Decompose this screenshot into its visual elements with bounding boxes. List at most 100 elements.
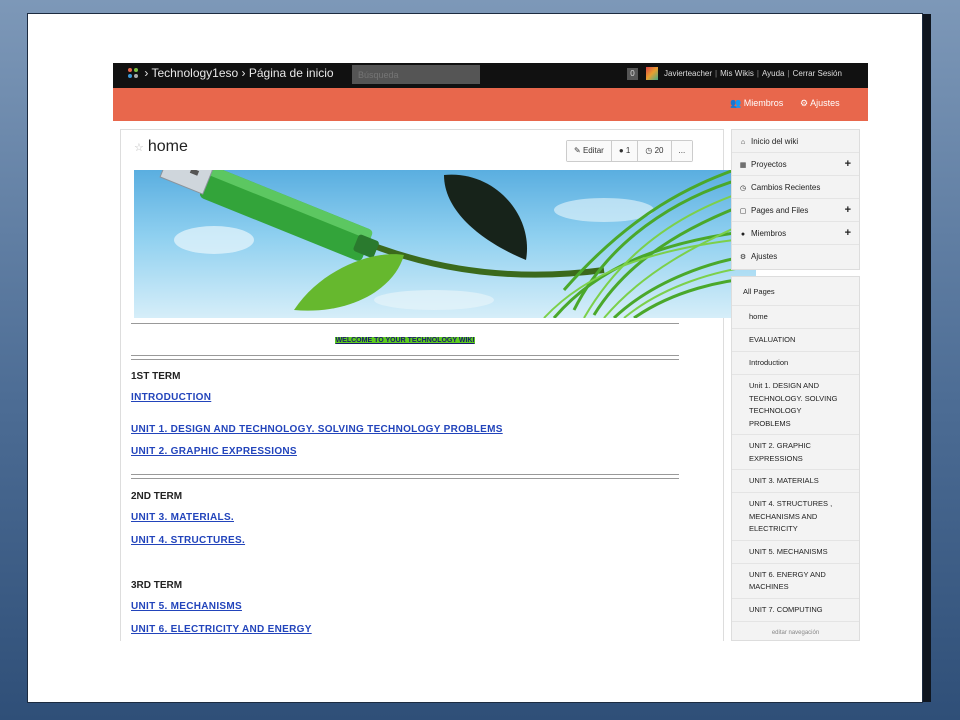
clock-icon: ◷ (739, 185, 747, 192)
nav-item-label: Ajustes (751, 252, 778, 261)
divider (131, 323, 679, 324)
unit-link[interactable]: UNIT 5. MECHANISMS (131, 601, 242, 612)
page-link-item[interactable]: EVALUATION (732, 329, 859, 352)
logout-link[interactable]: Cerrar Sesión (793, 69, 842, 78)
history-button[interactable]: ◷ 20 (638, 141, 672, 161)
nav-item-pages-files[interactable]: ▢ Pages and Files + (732, 199, 859, 222)
breadcrumb-text[interactable]: › Technology1eso › Página de inicio (144, 66, 333, 80)
nav-item-recent-changes[interactable]: ◷ Cambios Recientes (732, 176, 859, 199)
page-link-item[interactable]: UNIT 7. COMPUTING (732, 599, 859, 622)
page-link-item[interactable]: UNIT 3. MATERIALS (732, 470, 859, 493)
page-link-item[interactable]: UNIT 5. MECHANISMS (732, 541, 859, 564)
page-title-text: home (147, 138, 188, 155)
unit-link[interactable]: UNIT 1. DESIGN AND TECHNOLOGY. SOLVING T… (131, 424, 503, 435)
term-heading: 1ST TERM (131, 371, 181, 382)
all-pages-label: All Pages (743, 287, 775, 296)
page-link-label: UNIT 2. GRAPHIC (749, 441, 811, 450)
top-bar: › Technology1eso › Página de inicio 0 Ja… (113, 63, 868, 88)
sitemap-icon: ▦ (739, 162, 747, 169)
nav-item-settings[interactable]: ⚙ Ajustes (732, 245, 859, 268)
gear-icon: ⚙ (739, 254, 747, 261)
page-actions: ✎ Editar ● 1 ◷ 20 ... (566, 140, 694, 162)
page-link-item[interactable]: Unit 1. DESIGN AND TECHNOLOGY. SOLVING TEC… (732, 375, 859, 435)
page-link-label: EVALUATION (749, 335, 796, 345)
nav-item-label: Pages and Files (751, 206, 809, 215)
settings-button[interactable]: ⚙ Ajustes (800, 98, 840, 109)
nav-item-home[interactable]: ⌂ Inicio del wiki (732, 130, 859, 153)
comments-count: 1 (625, 146, 631, 155)
wiki-header-bar: 👥 Miembros ⚙ Ajustes (113, 88, 868, 121)
search-input[interactable] (352, 65, 480, 84)
page-title: ☆ home (134, 138, 188, 156)
page-link-label: UNIT 7. COMPUTING (749, 604, 823, 614)
user-links: Javierteacher | Mis Wikis | Ayuda | Cerrar Ses… (664, 69, 842, 78)
page-link-label: home (749, 312, 768, 322)
page-link-label: UNIT 4. STRUCTURES , (749, 499, 833, 508)
page-link-item[interactable]: UNIT 2. GRAPHIC EXPRESSIONS (732, 435, 859, 470)
divider (131, 355, 679, 360)
unit-link[interactable]: INTRODUCTION (131, 392, 211, 403)
term-heading: 2ND TERM (131, 491, 183, 502)
pages-list: All Pages home EVALUATION Introduction Unit… (731, 276, 860, 641)
page-link-label: PROBLEMS (749, 418, 791, 428)
comments-button[interactable]: ● 1 (611, 141, 639, 161)
page-link-label: MECHANISMS AND (749, 511, 818, 521)
term-heading: 3RD TERM (131, 580, 183, 591)
nav-item-label: Inicio del wiki (751, 137, 799, 146)
home-icon: ⌂ (740, 139, 746, 146)
members-button-label: Miembros (743, 98, 784, 108)
unit-link[interactable]: UNIT 2. GRAPHIC EXPRESSIONS (131, 446, 297, 457)
divider (131, 474, 679, 479)
welcome-banner: WELCOME TO YOUR TECHNOLOGY WIKI (121, 329, 689, 347)
page-link-label: Introduction (749, 358, 789, 368)
clock-icon: ◷ (645, 146, 653, 155)
page-link-label: UNIT 6. ENERGY AND (749, 569, 826, 579)
unit-link[interactable]: UNIT 3. MATERIALS. (131, 512, 234, 523)
more-button[interactable]: ... (671, 141, 693, 161)
edit-navigation-link[interactable]: editar navegación (732, 630, 859, 636)
settings-button-label: Ajustes (810, 98, 840, 108)
my-wikis-link[interactable]: Mis Wikis (720, 69, 754, 78)
page-link-item[interactable]: Introduction (732, 352, 859, 375)
banner-image (134, 170, 756, 318)
plus-icon[interactable]: + (845, 153, 851, 176)
page-link-label: EXPRESSIONS (749, 453, 803, 463)
notification-badge[interactable]: 0 (627, 68, 638, 80)
avatar[interactable] (646, 67, 658, 80)
plus-icon[interactable]: + (845, 199, 851, 222)
all-pages-header[interactable]: All Pages (732, 277, 859, 306)
wiki-navigation: ⌂ Inicio del wiki ▦ Proyectos + ◷ Cambios Re… (731, 129, 860, 270)
welcome-link[interactable]: WELCOME TO YOUR TECHNOLOGY WIKI (334, 337, 476, 344)
page-link-label: MACHINES (749, 582, 789, 591)
page-link-label: UNIT 5. MECHANISMS (749, 546, 828, 556)
page-link-label: TECHNOLOGY. SOLVING (749, 393, 838, 403)
usb-plant-illustration (159, 170, 756, 318)
page-link-item[interactable]: home (732, 306, 859, 329)
members-icon: 👥 (730, 98, 742, 108)
edit-button[interactable]: ✎ Editar (567, 141, 612, 161)
wikispaces-logo-icon (128, 68, 138, 78)
unit-link[interactable]: UNIT 4. STRUCTURES. (131, 535, 245, 546)
page-content: ☆ home ✎ Editar ● 1 ◷ 20 ... WELCOME TO … (120, 129, 756, 641)
help-link[interactable]: Ayuda (762, 69, 785, 78)
plus-icon[interactable]: + (845, 222, 851, 245)
page-link-label: UNIT 3. MATERIALS (749, 476, 819, 486)
gear-icon: ⚙ (800, 98, 809, 108)
nav-item-label: Proyectos (751, 160, 787, 169)
page-link-item[interactable]: UNIT 4. STRUCTURES , MECHANISMS AND ELECTR… (732, 493, 859, 541)
page-link-label: ELECTRICITY (749, 524, 798, 533)
members-button[interactable]: 👥 Miembros (730, 98, 783, 109)
history-count: 20 (654, 146, 664, 155)
unit-link[interactable]: UNIT 6. ELECTRICITY AND ENERGY (131, 624, 312, 635)
star-icon[interactable]: ☆ (134, 142, 144, 154)
nav-item-members[interactable]: ● Miembros + (732, 222, 859, 245)
user-name-link[interactable]: Javierteacher (664, 69, 712, 78)
page-link-item[interactable]: UNIT 6. ENERGY AND MACHINES (732, 564, 859, 599)
nav-item-projects[interactable]: ▦ Proyectos + (732, 153, 859, 176)
page-link-label: Unit 1. DESIGN AND (749, 381, 820, 390)
file-icon: ▢ (739, 208, 747, 215)
comment-icon: ● (618, 146, 624, 155)
wiki-screenshot: › Technology1eso › Página de inicio 0 Ja… (113, 63, 868, 641)
breadcrumb[interactable]: › Technology1eso › Página de inicio (127, 66, 334, 80)
nav-item-label: Miembros (751, 229, 787, 238)
